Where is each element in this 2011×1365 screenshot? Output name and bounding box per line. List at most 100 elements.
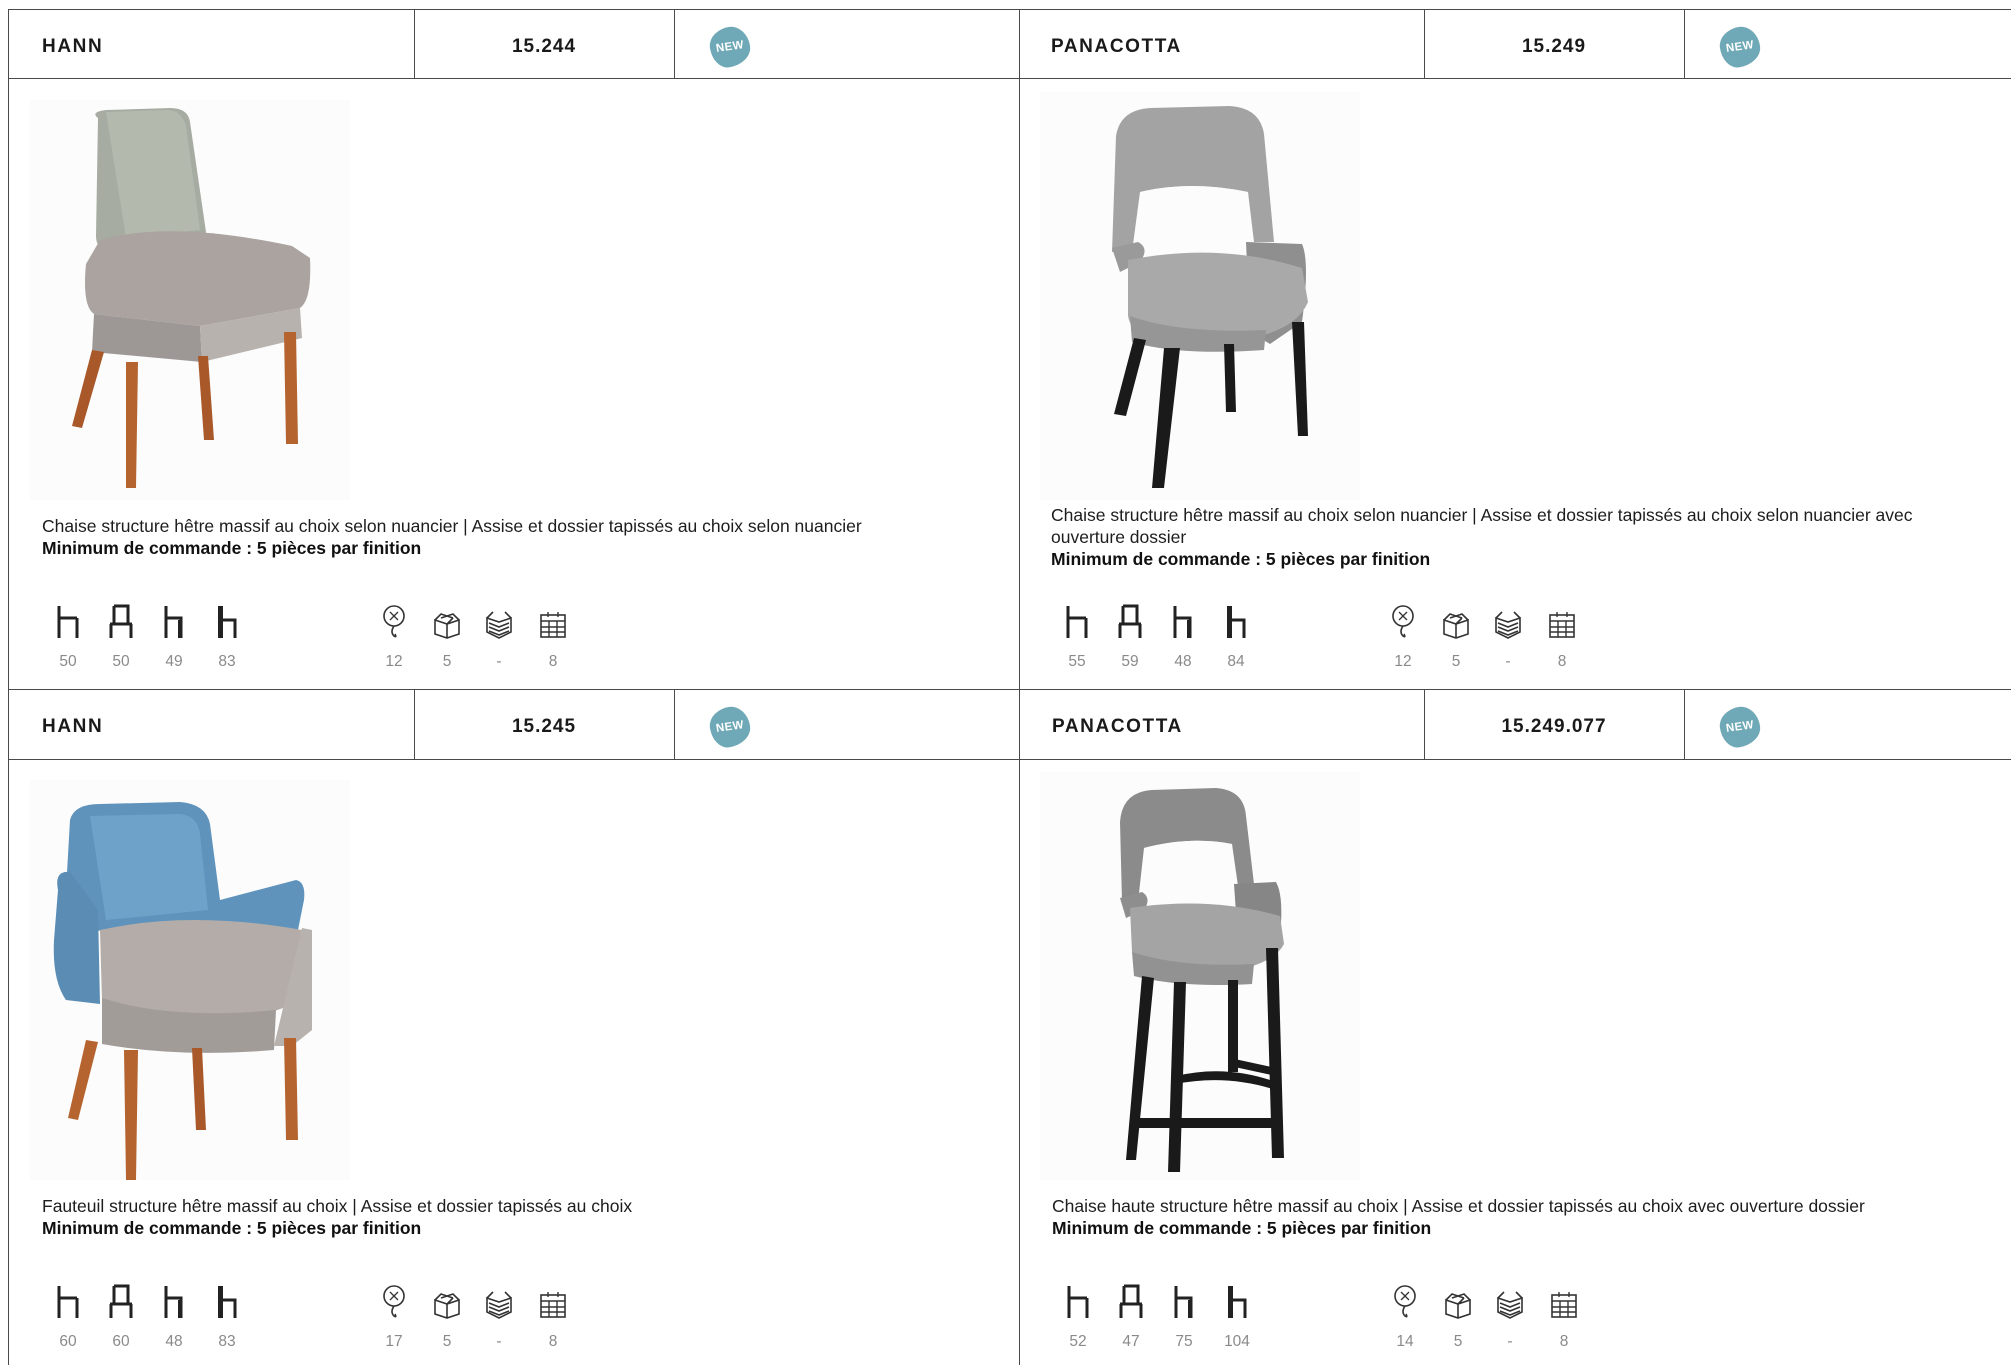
spec-value: 49 xyxy=(165,653,183,670)
spec-value: 8 xyxy=(548,653,558,670)
new-badge: NEW xyxy=(707,24,753,70)
product-photo xyxy=(1040,772,1360,1180)
spec-value: 50 xyxy=(112,653,130,670)
seat-width-icon xyxy=(1066,606,1088,638)
product-name: HANN xyxy=(42,716,104,737)
seat-depth-icon xyxy=(109,1284,133,1318)
stack-icon xyxy=(1495,611,1521,639)
product-code: 15.249.077 xyxy=(1501,716,1607,737)
product-name: PANACOTTA xyxy=(1051,36,1182,57)
stack-icon xyxy=(486,611,512,639)
catalog-page: HANN 15.244 NEW Chaise structure hêtre m… xyxy=(0,0,2011,1365)
weight-icon xyxy=(383,605,405,638)
spec-seat-depth: 50 xyxy=(99,600,143,671)
product-code: 15.249 xyxy=(1521,36,1587,57)
spec-seat-height: 48 xyxy=(1161,600,1205,671)
spec-value: 12 xyxy=(385,653,403,670)
spec-value: - xyxy=(1507,1333,1513,1350)
spec-weight: 12 xyxy=(1381,600,1425,671)
spec-seat-width: 55 xyxy=(1055,600,1099,671)
spec-value: 5 xyxy=(442,1333,452,1350)
spec-box: 5 xyxy=(425,1280,469,1351)
rule-middle xyxy=(8,689,2011,690)
stack-icon xyxy=(486,1291,512,1319)
spec-pallet: 8 xyxy=(1542,1280,1586,1351)
spec-stack: - xyxy=(477,1280,521,1351)
product-description: Chaise haute structure hêtre massif au c… xyxy=(1052,1196,1865,1216)
spec-pallet: 8 xyxy=(1540,600,1584,671)
bar-stool-illustration xyxy=(1040,772,1360,1180)
spec-value: 83 xyxy=(218,1333,236,1350)
spec-value: 83 xyxy=(218,653,236,670)
total-height-icon xyxy=(1227,606,1246,638)
rule-top xyxy=(8,9,2011,10)
spec-seat-width: 52 xyxy=(1056,1280,1100,1351)
total-height-icon xyxy=(1228,1286,1247,1318)
box-icon xyxy=(434,1293,460,1319)
spec-weight: 17 xyxy=(372,1280,416,1351)
product-name: HANN xyxy=(42,36,104,57)
pallet-icon xyxy=(1549,612,1575,638)
spec-total-height: 104 xyxy=(1215,1280,1259,1351)
spec-value: 12 xyxy=(1394,653,1412,670)
rule-center xyxy=(1019,9,1020,1365)
spec-value: - xyxy=(1505,653,1511,670)
spec-seat-depth: 60 xyxy=(99,1280,143,1351)
spec-value: 104 xyxy=(1224,1333,1250,1350)
seat-width-icon xyxy=(57,1286,79,1318)
box-icon xyxy=(1445,1293,1471,1319)
spec-total-height: 84 xyxy=(1214,600,1258,671)
rule-h1-d xyxy=(1684,9,1685,79)
spec-pallet: 8 xyxy=(531,600,575,671)
product-description: Chaise structure hêtre massif au choix s… xyxy=(1051,505,1913,547)
minimum-order: Minimum de commande : 5 pièces par finit… xyxy=(1052,1218,1432,1238)
weight-icon xyxy=(1392,605,1414,638)
pallet-icon xyxy=(540,612,566,638)
spec-value: 50 xyxy=(59,653,77,670)
pallet-icon xyxy=(1551,1292,1577,1318)
spec-value: 8 xyxy=(1559,1333,1569,1350)
seat-depth-icon xyxy=(1119,1284,1143,1318)
seat-width-icon xyxy=(1067,1286,1089,1318)
spec-seat-width: 60 xyxy=(46,1280,90,1351)
new-badge: NEW xyxy=(707,704,753,750)
spec-value: 55 xyxy=(1068,653,1086,670)
seat-depth-icon xyxy=(109,604,133,638)
rule-header-1 xyxy=(8,78,2011,79)
minimum-order: Minimum de commande : 5 pièces par finit… xyxy=(42,1218,422,1238)
spec-value: 84 xyxy=(1227,653,1245,670)
spec-pallet: 8 xyxy=(531,1280,575,1351)
spec-value: 14 xyxy=(1396,1333,1414,1350)
rule-left xyxy=(8,9,9,1365)
spec-value: 60 xyxy=(59,1333,77,1350)
product-photo xyxy=(1040,92,1360,500)
spec-total-height: 83 xyxy=(205,600,249,671)
total-height-icon xyxy=(218,606,237,638)
spec-value: 17 xyxy=(385,1333,403,1350)
seat-height-icon xyxy=(1173,606,1192,638)
product-description: Chaise structure hêtre massif au choix s… xyxy=(42,516,862,536)
pallet-icon xyxy=(540,1292,566,1318)
new-badge: NEW xyxy=(1717,704,1763,750)
spec-seat-depth: 47 xyxy=(1109,1280,1153,1351)
spec-value: - xyxy=(496,1333,502,1350)
spec-box: 5 xyxy=(1436,1280,1480,1351)
spec-value: 47 xyxy=(1122,1333,1140,1350)
chair-illustration xyxy=(1040,92,1360,500)
product-code: 15.244 xyxy=(511,36,577,57)
spec-box: 5 xyxy=(425,600,469,671)
spec-value: 52 xyxy=(1069,1333,1087,1350)
product-name: PANACOTTA xyxy=(1052,716,1183,737)
spec-value: - xyxy=(496,653,502,670)
spec-value: 5 xyxy=(1453,1333,1463,1350)
rule-h2-b xyxy=(674,689,675,760)
spec-seat-height: 48 xyxy=(152,1280,196,1351)
total-height-icon xyxy=(218,1286,237,1318)
spec-weight: 12 xyxy=(372,600,416,671)
seat-height-icon xyxy=(1174,1286,1193,1318)
product-code: 15.245 xyxy=(511,716,577,737)
spec-value: 5 xyxy=(1451,653,1461,670)
rule-header-2 xyxy=(8,759,2011,760)
minimum-order: Minimum de commande : 5 pièces par finit… xyxy=(1051,549,1431,569)
product-photo xyxy=(30,100,350,500)
